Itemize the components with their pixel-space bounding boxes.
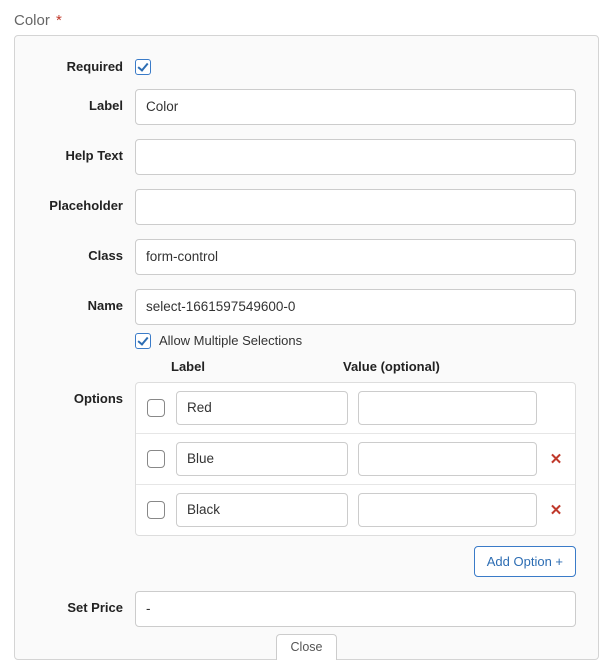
option-row: ✕ [136, 383, 575, 433]
set-price-input[interactable] [135, 591, 576, 627]
option-value-input[interactable] [358, 391, 537, 425]
label-input[interactable] [135, 89, 576, 125]
allow-multiple-label: Allow Multiple Selections [159, 333, 302, 348]
required-asterisk: * [56, 12, 62, 29]
class-input[interactable] [135, 239, 576, 275]
placeholder-input[interactable] [135, 189, 576, 225]
option-value-input[interactable] [358, 493, 537, 527]
label-options: Options [37, 382, 135, 406]
close-button[interactable]: Close [276, 634, 338, 660]
options-header: Label Value (optional) [135, 359, 576, 380]
help-text-input[interactable] [135, 139, 576, 175]
label-set-price: Set Price [37, 591, 135, 615]
section-title-text: Color [14, 12, 50, 29]
label-help-text: Help Text [37, 139, 135, 163]
label-required: Required [37, 50, 135, 74]
option-label-input[interactable] [176, 442, 348, 476]
option-row: ✕ [136, 484, 575, 535]
row-options: Options ✕ ✕ ✕ Add Option + [37, 382, 576, 577]
option-selected-checkbox[interactable] [147, 450, 165, 468]
label-class: Class [37, 239, 135, 263]
option-label-input[interactable] [176, 493, 348, 527]
option-selected-checkbox[interactable] [147, 399, 165, 417]
row-allow-multiple: Allow Multiple Selections Label Value (o… [37, 333, 576, 380]
label-label: Label [37, 89, 135, 113]
row-name: Name [37, 289, 576, 325]
option-value-input[interactable] [358, 442, 537, 476]
field-editor-panel: Required Label Help Text Placeholder Cla… [14, 35, 599, 660]
option-selected-checkbox[interactable] [147, 501, 165, 519]
options-header-value: Value (optional) [343, 359, 576, 374]
section-title: Color * [14, 12, 599, 29]
options-header-label: Label [135, 359, 343, 374]
row-label: Label [37, 89, 576, 125]
row-help-text: Help Text [37, 139, 576, 175]
row-set-price: Set Price [37, 591, 576, 627]
option-row: ✕ [136, 433, 575, 484]
options-list: ✕ ✕ ✕ [135, 382, 576, 536]
label-name: Name [37, 289, 135, 313]
name-input[interactable] [135, 289, 576, 325]
add-option-button[interactable]: Add Option + [474, 546, 576, 577]
label-placeholder: Placeholder [37, 189, 135, 213]
remove-option-icon[interactable]: ✕ [547, 501, 565, 519]
row-required: Required [37, 50, 576, 75]
remove-option-icon[interactable]: ✕ [547, 450, 565, 468]
option-label-input[interactable] [176, 391, 348, 425]
row-class: Class [37, 239, 576, 275]
allow-multiple-checkbox[interactable] [135, 333, 151, 349]
row-placeholder: Placeholder [37, 189, 576, 225]
required-checkbox[interactable] [135, 59, 151, 75]
